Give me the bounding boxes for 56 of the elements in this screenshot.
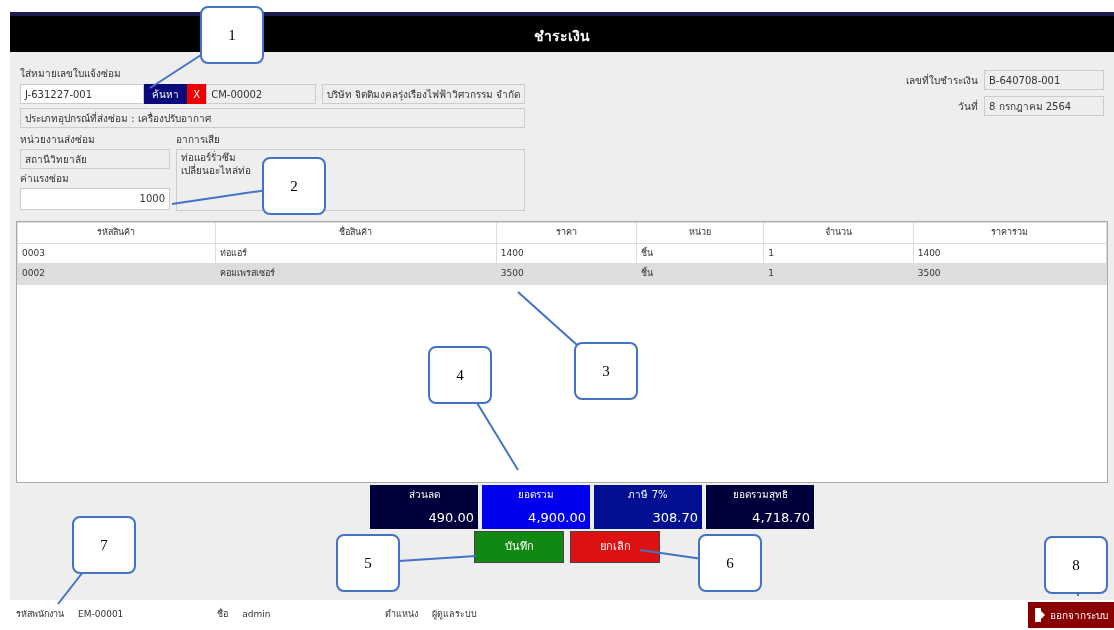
- labor-cost-field[interactable]: 1000: [20, 188, 170, 210]
- table-cell: 1400: [913, 243, 1107, 264]
- column-header: ชื่อสินค้า: [215, 222, 497, 243]
- logout-button[interactable]: ออกจากระบบ: [1028, 602, 1114, 628]
- employee-id: EM-00001: [78, 608, 124, 622]
- callout: 4: [428, 346, 492, 404]
- callout: 2: [262, 157, 326, 215]
- field-label: รหัสพนักงาน: [16, 608, 64, 622]
- column-header: จำนวน: [763, 222, 914, 243]
- table-cell: 1: [763, 243, 914, 264]
- field-label: วันที่: [958, 98, 978, 114]
- total-label: ยอดรวม: [517, 488, 555, 502]
- field-label: ค่าแรงซ่อม: [20, 172, 70, 186]
- table-cell: 0002: [17, 263, 216, 284]
- total-value: 490.00: [427, 508, 474, 527]
- total-value: 308.70: [651, 508, 698, 527]
- save-button[interactable]: บันทึก: [474, 531, 564, 563]
- clear-button[interactable]: X: [187, 84, 207, 104]
- date-field: 8 กรกฎาคม 2564: [984, 96, 1104, 116]
- department-field: สถานีวิทยาลัย: [20, 149, 170, 169]
- total-label: ยอดรวมสุทธิ: [731, 488, 789, 502]
- field-label: ตำแหน่ง: [384, 608, 418, 622]
- cancel-button[interactable]: ยกเลิก: [570, 531, 660, 563]
- table-cell: 0003: [17, 243, 216, 264]
- callout: 7: [72, 516, 136, 574]
- field-label: ชื่อ: [217, 608, 229, 622]
- field-label: อาการเสีย: [176, 133, 221, 147]
- callout: 3: [574, 342, 638, 400]
- callout: 5: [336, 534, 400, 592]
- total-label: ภาษี 7%: [627, 488, 669, 502]
- field-label: ใส่หมายเลขใบแจ้งซ่อม: [20, 67, 121, 80]
- user-name: admin: [242, 608, 271, 622]
- total-label: ส่วนลด: [407, 488, 441, 502]
- field-label: เลขที่ใบชำระเงิน: [906, 72, 978, 88]
- user-role: ผู้ดูแลระบบ: [431, 608, 477, 622]
- column-header: ราคา: [496, 222, 637, 243]
- search-button[interactable]: ค้นหา: [144, 84, 188, 104]
- table-cell: 1400: [496, 243, 637, 264]
- column-header: ราคารวม: [913, 222, 1107, 243]
- field-label: หน่วยงานส่งซ่อม: [20, 133, 96, 147]
- customer-id-field: CM-00002: [206, 84, 316, 104]
- table-cell: ชิ้น: [636, 243, 764, 264]
- callout: 8: [1044, 536, 1108, 594]
- callout: 1: [200, 6, 264, 64]
- callout: 6: [698, 534, 762, 592]
- total-value: 4,900.00: [527, 508, 586, 527]
- total-value: 4,718.70: [751, 508, 810, 527]
- receipt-number-field: B-640708-001: [984, 70, 1104, 90]
- exit-door-icon: [1034, 607, 1046, 623]
- device-field: ประเภทอุปกรณ์ที่ส่งซ่อม : เครื่องปรับอากาศ: [20, 108, 525, 128]
- job-number-field[interactable]: J-631227-001: [20, 84, 145, 104]
- table-cell: ท่อแอร์: [215, 243, 497, 264]
- table-cell: คอมเพรสเซอร์: [215, 263, 497, 284]
- column-header: หน่วย: [636, 222, 764, 243]
- customer-name-field: บริษัท จิตติมงคลรุ่งเรืองไฟฟ้าวิศวกรรม จำกัด: [321, 84, 525, 104]
- column-header: รหัสสินค้า: [17, 222, 216, 243]
